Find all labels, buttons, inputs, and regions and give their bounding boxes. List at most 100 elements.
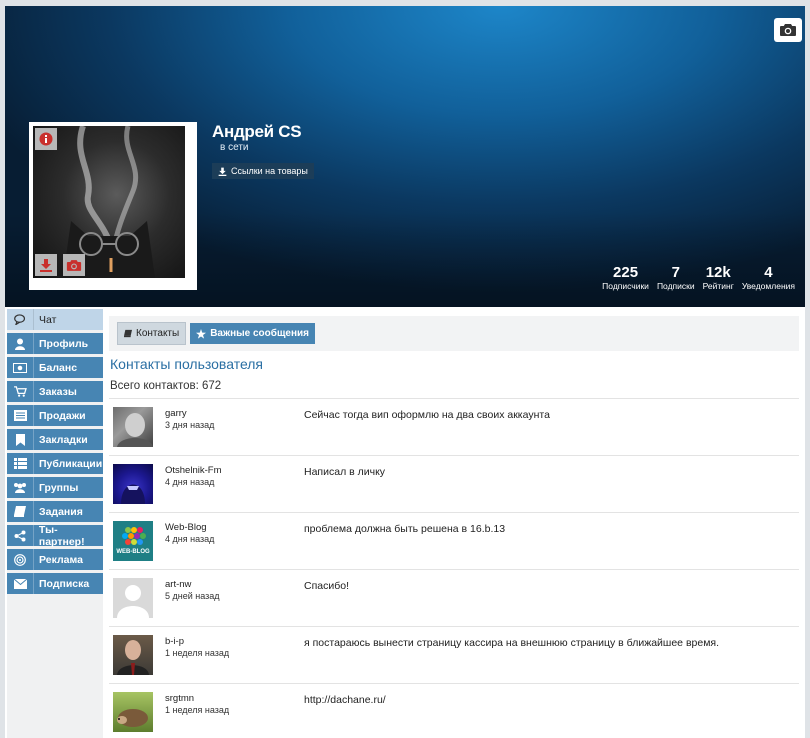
stat-notifications[interactable]: 4 Уведомления: [741, 264, 795, 292]
target-icon: [7, 549, 34, 570]
contact-row[interactable]: b-i-p 1 неделя назад я постараюсь вынест…: [109, 627, 799, 684]
contact-avatar[interactable]: [113, 635, 153, 675]
contact-message[interactable]: я постараюсь вынести страницу кассира на…: [304, 637, 719, 649]
sidebar-item-chat[interactable]: Чат: [7, 309, 103, 330]
stat-label: Рейтинг: [702, 281, 734, 291]
contact-name[interactable]: b-i-p: [165, 636, 184, 647]
web-blog-logo-text: WEB-BLOG: [116, 549, 150, 555]
user-icon: [7, 333, 34, 354]
contacts-total: Всего контактов: 672: [110, 380, 222, 392]
avatar-image: [33, 126, 185, 278]
download-icon: [218, 167, 227, 176]
contact-message[interactable]: Сейчас тогда вип оформлю на два своих ак…: [304, 409, 550, 421]
stat-rating[interactable]: 12k Рейтинг: [702, 265, 734, 292]
sidebar-item-groups[interactable]: Группы: [7, 477, 103, 498]
profile-stats: 225 Подписчики 7 Подписки 12k Рейтинг 4 Увед…: [602, 264, 795, 292]
chat-icon: [7, 309, 34, 330]
web-blog-logo: [122, 527, 146, 545]
contact-name[interactable]: garry: [165, 408, 187, 419]
main-content: Контакты Важные сообщения Контакты польз…: [109, 316, 799, 738]
money-icon: [7, 357, 34, 378]
stat-label: Подписчики: [602, 281, 649, 291]
sidebar-item-partner[interactable]: Ты-партнер!: [7, 523, 103, 548]
section-title: Контакты пользователя: [110, 356, 264, 372]
sidebar-item-profile[interactable]: Профиль: [7, 333, 103, 354]
contact-name[interactable]: Otshelnik-Fm: [165, 465, 221, 476]
contacts-list: garry 3 дня назад Сейчас тогда вип оформ…: [109, 398, 799, 738]
stat-value: 7: [671, 264, 680, 281]
contact-avatar[interactable]: [113, 464, 153, 504]
contact-name[interactable]: Web-Blog: [165, 522, 207, 533]
product-links-button[interactable]: Ссылки на товары: [212, 163, 314, 179]
contact-time: 3 дня назад: [165, 420, 215, 430]
contact-avatar[interactable]: WEB-BLOG: [113, 521, 153, 561]
sidebar-item-label: Ты-партнер!: [38, 523, 85, 548]
tab-important-messages[interactable]: Важные сообщения: [190, 323, 315, 344]
default-avatar-icon: [117, 585, 149, 618]
change-cover-button[interactable]: [774, 18, 802, 42]
contact-time: 5 дней назад: [165, 591, 220, 601]
camera-icon: [780, 24, 796, 36]
page-frame: Андрей CS в сети Ссылки на товары 225 Под…: [5, 6, 805, 738]
contact-time: 4 дня назад: [165, 477, 215, 487]
sidebar-item-label: Баланс: [39, 361, 78, 374]
contact-row[interactable]: Otshelnik-Fm 4 дня назад Написал в личку: [109, 456, 799, 513]
sidebar-item-label: Заказы: [39, 385, 77, 398]
sidebar-item-subscription[interactable]: Подписка: [7, 573, 103, 594]
contact-message[interactable]: Написал в личку: [304, 466, 385, 478]
contact-time: 1 неделя назад: [165, 705, 230, 715]
profile-info-button[interactable]: [35, 128, 57, 150]
hedgehog-photo: [117, 709, 148, 727]
contact-row[interactable]: art-nw 5 дней назад Спасибо!: [109, 570, 799, 627]
sidebar-item-label: Подписка: [39, 577, 90, 590]
tab-contacts[interactable]: Контакты: [117, 322, 187, 345]
envelope-icon: [7, 573, 34, 594]
list-icon: [7, 453, 34, 474]
contact-message[interactable]: Спасибо!: [304, 580, 349, 592]
sidebar-item-balance[interactable]: Баланс: [7, 357, 103, 378]
bookmark-icon: [7, 429, 34, 450]
sidebar-item-label: Чат: [39, 313, 57, 326]
sidebar-item-label: Закладки: [39, 433, 88, 446]
book-icon: [124, 329, 132, 338]
stat-subscribers[interactable]: 225 Подписчики: [602, 264, 649, 292]
sales-icon: [7, 405, 34, 426]
sidebar-item-label: Задания: [39, 505, 83, 518]
tab-label: Важные сообщения: [210, 328, 309, 339]
sidebar-item-ads[interactable]: Реклама: [7, 549, 103, 570]
online-status: в сети: [220, 142, 249, 153]
sidebar-item-publications[interactable]: Публикации: [7, 453, 103, 474]
sidebar-item-bookmarks[interactable]: Закладки: [7, 429, 103, 450]
contact-message[interactable]: проблема должна быть решена в 16.b.13: [304, 523, 505, 535]
stat-label: Уведомления: [741, 281, 795, 291]
download-avatar-button[interactable]: [35, 254, 57, 276]
group-icon: [7, 477, 34, 498]
contact-name[interactable]: srgtmn: [165, 693, 194, 704]
share-icon: [7, 525, 34, 546]
contact-time: 4 дня назад: [165, 534, 215, 544]
stat-subscriptions[interactable]: 7 Подписки: [657, 264, 695, 292]
contact-row[interactable]: garry 3 дня назад Сейчас тогда вип оформ…: [109, 399, 799, 456]
sidebar-item-tasks[interactable]: Задания: [7, 501, 103, 522]
contact-name[interactable]: art-nw: [165, 579, 191, 590]
change-avatar-button[interactable]: [63, 254, 85, 276]
product-links-label: Ссылки на товары: [231, 166, 308, 176]
person-photo: [117, 413, 153, 447]
contact-message[interactable]: http://dachane.ru/: [304, 694, 386, 706]
sidebar-item-label: Профиль: [39, 337, 89, 350]
sidebar-item-label: Продажи: [39, 409, 86, 422]
tab-label: Контакты: [136, 328, 180, 339]
hooded-figure-photo: [121, 484, 145, 504]
contact-avatar[interactable]: [113, 407, 153, 447]
sidebar-item-orders[interactable]: Заказы: [7, 381, 103, 402]
stat-value: 225: [613, 264, 639, 281]
sidebar-item-sales[interactable]: Продажи: [7, 405, 103, 426]
sidebar-item-label: Реклама: [39, 553, 83, 566]
info-icon: [39, 132, 53, 146]
stat-value: 4: [764, 264, 773, 281]
contact-avatar[interactable]: [113, 578, 153, 618]
sidebar-item-label: Группы: [39, 481, 79, 494]
contact-row[interactable]: srgtmn 1 неделя назад http://dachane.ru/: [109, 684, 799, 738]
contact-avatar[interactable]: [113, 692, 153, 732]
contact-row[interactable]: WEB-BLOG Web-Blog 4 дня назад проблема д…: [109, 513, 799, 570]
